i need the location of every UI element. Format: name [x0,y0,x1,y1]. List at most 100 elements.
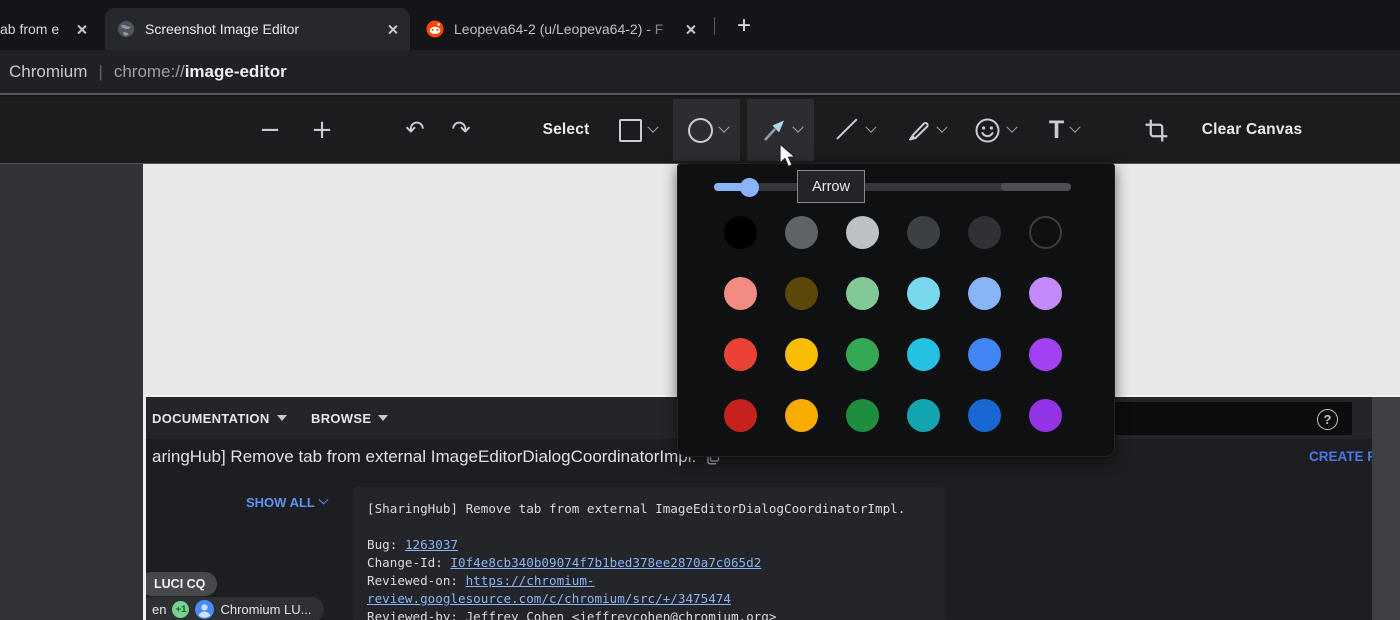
zoom-in-button[interactable]: + [302,97,342,163]
thickness-slider-thumb[interactable] [740,178,759,197]
chevron-down-icon [318,495,328,505]
color-swatch[interactable] [1029,338,1062,371]
commit-bug-line: Bug: 1263037 [367,536,931,554]
canvas-margin [0,164,143,620]
undo-button[interactable]: ↶ [395,97,435,163]
text-tool-button[interactable]: T [1038,97,1090,163]
create-link: CREATE F [1309,449,1376,464]
commit-reviewedby-line: Reviewed-by: Jeffrey Cohen <jeffreycohen… [367,608,931,620]
color-swatch[interactable] [724,338,757,371]
documentation-menu: DOCUMENTATION [152,397,287,439]
reviewer-name-fragment: en [152,602,166,617]
select-tool-button[interactable]: Select [538,97,594,163]
ellipse-tool-button[interactable] [682,97,734,163]
globe-icon [117,20,135,38]
tooltip-label: Arrow [812,179,850,195]
browse-menu: BROWSE [311,397,388,439]
thickness-slider-segment [1001,183,1071,191]
color-swatch[interactable] [785,399,818,432]
caret-down-icon [277,415,287,421]
color-swatch[interactable] [968,277,1001,310]
clear-canvas-button[interactable]: Clear Canvas [1192,97,1312,163]
bug-label: Bug: [367,537,397,552]
pen-icon [905,117,931,143]
zoom-out-button[interactable]: − [250,97,290,163]
new-tab-button[interactable]: + [730,12,758,40]
text-tool-icon: T [1049,116,1064,145]
color-swatch[interactable] [907,277,940,310]
color-swatch[interactable] [785,338,818,371]
reviewedon-label: Reviewed-on: [367,573,458,588]
color-swatch[interactable] [968,216,1001,249]
vote-badge: +1 [172,601,189,618]
minus-icon: − [259,117,281,143]
color-swatch[interactable] [785,277,818,310]
commit-changeid-line: Change-Id: I0f4e8cb340b09074f7b1bed378ee… [367,554,931,572]
address-divider: | [98,62,102,82]
tab-title: ab from e [0,21,62,37]
select-label: Select [543,121,590,139]
url-path: image-editor [185,62,287,82]
tab-title: Leopeva64-2 (u/Leopeva64-2) - F [454,21,685,37]
address-bar[interactable]: Chromium | chrome:// image-editor [0,50,1400,95]
color-swatch[interactable] [1029,216,1062,249]
chevron-down-icon[interactable] [792,122,803,133]
avatar-icon [195,600,214,619]
mouse-cursor [779,143,798,170]
tab-title: Screenshot Image Editor [145,21,387,37]
tab-screenshot-image-editor[interactable]: Screenshot Image Editor [105,8,410,50]
tab-partial[interactable]: ab from e [0,14,96,44]
redo-button[interactable]: ↷ [441,97,481,163]
tab-close-icon[interactable] [76,24,87,35]
color-swatch[interactable] [907,216,940,249]
color-swatch[interactable] [785,216,818,249]
color-swatch[interactable] [907,338,940,371]
commit-reviewedon-line: Reviewed-on: https://chromium- [367,572,931,590]
bot-chip-label: Chromium LU... [220,602,311,617]
color-swatch[interactable] [846,399,879,432]
help-icon: ? [1317,409,1338,430]
color-swatch-grid [724,216,1062,432]
color-swatch[interactable] [1029,277,1062,310]
color-swatch[interactable] [846,277,879,310]
tab-close-icon[interactable] [685,24,696,35]
redo-icon: ↷ [451,119,470,142]
chevron-down-icon[interactable] [1006,122,1017,133]
emoji-tool-button[interactable] [968,97,1022,163]
color-swatch[interactable] [846,216,879,249]
color-swatch[interactable] [724,399,757,432]
pen-tool-button[interactable] [898,97,952,163]
circle-icon [688,118,713,143]
show-all-label: SHOW ALL [246,495,315,510]
color-swatch[interactable] [907,399,940,432]
crop-icon [1144,118,1169,143]
crop-tool-button[interactable] [1138,97,1174,163]
chevron-down-icon[interactable] [936,122,947,133]
chevron-down-icon[interactable] [865,122,876,133]
arrow-icon [760,117,787,144]
color-swatch[interactable] [724,216,757,249]
browser-window: ab from e Screenshot Image Editor Leopev… [0,0,1400,620]
color-swatch[interactable] [1029,399,1062,432]
color-swatch[interactable] [968,399,1001,432]
clear-canvas-label: Clear Canvas [1202,121,1303,139]
bug-link: 1263037 [405,537,458,552]
reviewer-chip: en +1 Chromium LU... [143,597,324,620]
luci-cq-chip: LUCI CQ [143,572,217,596]
url-scheme: chrome:// [114,62,185,82]
chevron-down-icon[interactable] [1069,122,1080,133]
changeid-link: I0f4e8cb340b09074f7b1bed378ee2870a7c065d… [450,555,761,570]
tab-reddit[interactable]: Leopeva64-2 (u/Leopeva64-2) - F [416,14,706,44]
rectangle-tool-button[interactable] [612,97,664,163]
caret-down-icon [378,415,388,421]
color-swatch[interactable] [724,277,757,310]
chevron-down-icon[interactable] [718,122,729,133]
color-swatch[interactable] [846,338,879,371]
editor-toolbar: − + ↶ ↷ Select [0,97,1400,164]
line-tool-button[interactable] [828,97,880,163]
chevron-down-icon[interactable] [647,122,658,133]
show-all-toggle: SHOW ALL [246,495,327,510]
line-icon [834,117,860,143]
tab-close-icon[interactable] [387,24,398,35]
color-swatch[interactable] [968,338,1001,371]
